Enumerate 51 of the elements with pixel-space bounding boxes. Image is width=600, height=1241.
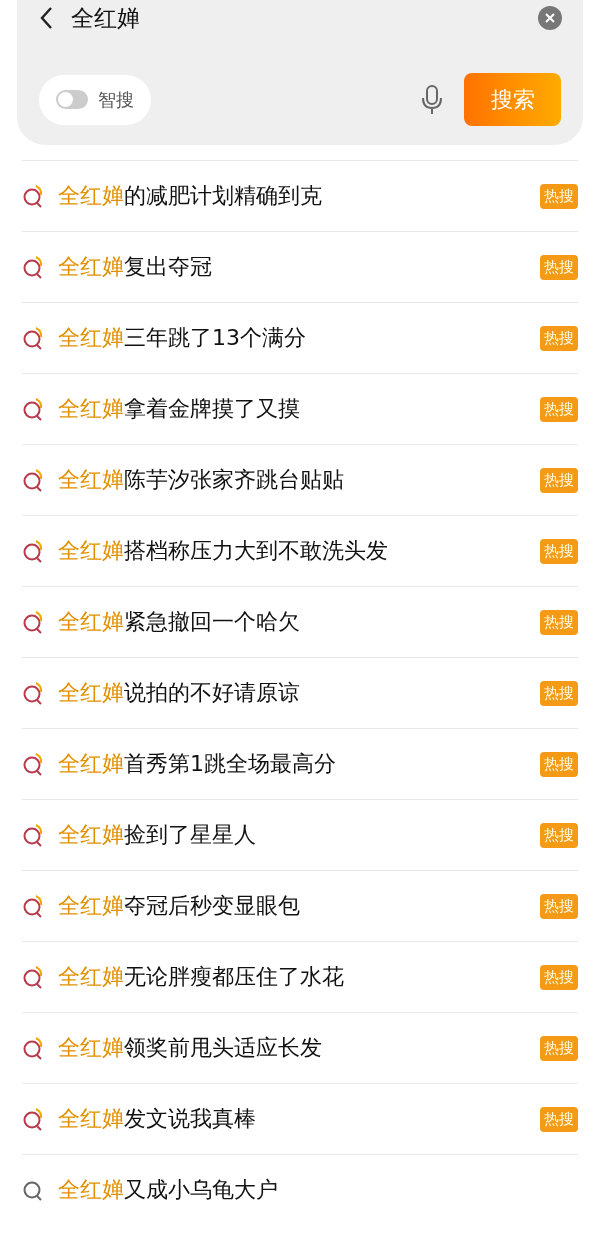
suggestion-item[interactable]: 全红婵发文说我真棒 热搜 (22, 1083, 578, 1154)
hot-badge: 热搜 (540, 538, 578, 564)
suggestion-text: 全红婵说拍的不好请原谅 (58, 679, 301, 707)
suggestion-text: 全红婵的减肥计划精确到克 (58, 182, 323, 210)
suggestion-text: 全红婵拿着金牌摸了又摸 (58, 395, 301, 423)
suggestion-text: 全红婵又成小乌龟大户 (58, 1176, 279, 1204)
suggestion-item[interactable]: 全红婵搭档称压力大到不敢洗头发 热搜 (22, 515, 578, 586)
suggestion-item[interactable]: 全红婵捡到了星星人 热搜 (22, 799, 578, 870)
hot-badge: 热搜 (540, 751, 578, 777)
suggestion-text: 全红婵复出夺冠 (58, 253, 213, 281)
suggestion-text: 全红婵三年跳了13个满分 (58, 324, 307, 352)
suggestion-item[interactable]: 全红婵首秀第1跳全场最高分 热搜 (22, 728, 578, 799)
suggestion-text: 全红婵紧急撤回一个哈欠 (58, 608, 301, 636)
suggestion-text: 全红婵夺冠后秒变显眼包 (58, 892, 301, 920)
suggestion-item[interactable]: 全红婵无论胖瘦都压住了水花 热搜 (22, 941, 578, 1012)
suggestion-text: 全红婵搭档称压力大到不敢洗头发 (58, 537, 389, 565)
hot-badge: 热搜 (540, 893, 578, 919)
clear-icon[interactable] (538, 6, 562, 30)
toggle-label: 智搜 (98, 87, 134, 112)
suggestion-item[interactable]: 全红婵陈芋汐张家齐跳台贴贴 热搜 (22, 444, 578, 515)
hot-badge: 热搜 (540, 609, 578, 635)
hot-badge: 热搜 (540, 822, 578, 848)
suggestion-text: 全红婵发文说我真棒 (58, 1105, 257, 1133)
suggestion-item[interactable]: 全红婵拿着金牌摸了又摸 热搜 (22, 373, 578, 444)
hot-badge: 热搜 (540, 396, 578, 422)
hot-badge: 热搜 (540, 254, 578, 280)
hot-badge: 热搜 (540, 964, 578, 990)
suggestion-item[interactable]: 全红婵的减肥计划精确到克 热搜 (22, 160, 578, 231)
suggestion-item[interactable]: 全红婵紧急撤回一个哈欠 热搜 (22, 586, 578, 657)
suggestion-item[interactable]: 全红婵夺冠后秒变显眼包 热搜 (22, 870, 578, 941)
back-icon[interactable] (39, 6, 53, 30)
hot-badge: 热搜 (540, 680, 578, 706)
smart-search-toggle[interactable]: 智搜 (39, 74, 151, 125)
suggestion-text: 全红婵领奖前甩头适应长发 (58, 1034, 323, 1062)
hot-badge: 热搜 (540, 325, 578, 351)
hot-badge: 热搜 (540, 183, 578, 209)
hot-badge: 热搜 (540, 467, 578, 493)
suggestion-item[interactable]: 全红婵三年跳了13个满分 热搜 (22, 302, 578, 373)
suggestion-text: 全红婵捡到了星星人 (58, 821, 257, 849)
microphone-icon[interactable] (420, 83, 444, 116)
search-field[interactable]: 全红婵 (71, 5, 520, 31)
suggestion-text: 全红婵无论胖瘦都压住了水花 (58, 963, 345, 991)
hot-badge: 热搜 (540, 1106, 578, 1132)
suggestion-item[interactable]: 全红婵说拍的不好请原谅 热搜 (22, 657, 578, 728)
suggestion-item[interactable]: 全红婵又成小乌龟大户 (22, 1154, 578, 1225)
suggestion-item[interactable]: 全红婵复出夺冠 热搜 (22, 231, 578, 302)
suggestion-text: 全红婵陈芋汐张家齐跳台贴贴 (58, 466, 345, 494)
suggestion-item[interactable]: 全红婵领奖前甩头适应长发 热搜 (22, 1012, 578, 1083)
hot-badge: 热搜 (540, 1035, 578, 1061)
suggestion-text: 全红婵首秀第1跳全场最高分 (58, 750, 337, 778)
toggle-switch[interactable] (56, 90, 88, 109)
